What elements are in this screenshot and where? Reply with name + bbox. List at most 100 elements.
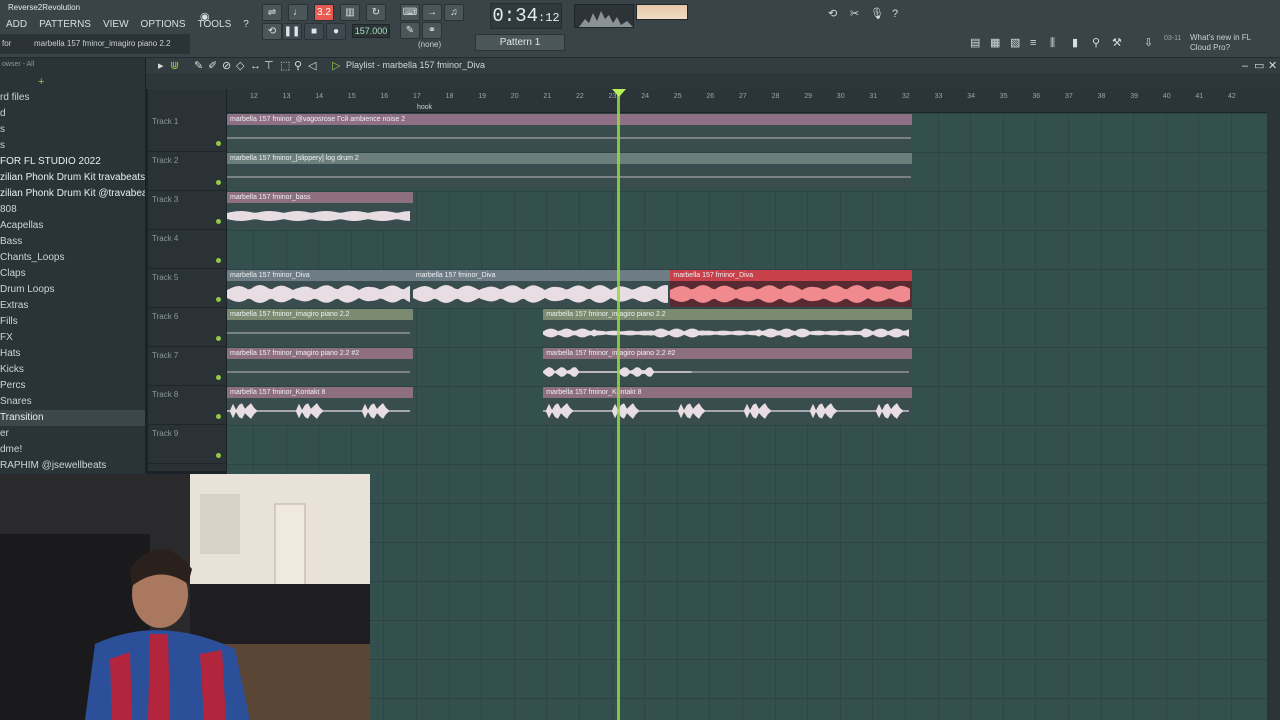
tempo-display[interactable]: 157.000 (352, 24, 390, 38)
track-enable-led[interactable] (216, 180, 221, 185)
menu-tools[interactable]: TOOLS (192, 17, 238, 32)
play-pattern-icon[interactable]: ▷ (332, 59, 340, 73)
slip-tool-icon[interactable]: ↔ (250, 59, 261, 73)
tools-icon[interactable]: ⚒ (1112, 36, 1122, 50)
magnet-icon[interactable]: ⋓ (170, 59, 179, 73)
select-tool-icon[interactable]: ⬚ (280, 59, 290, 73)
browser-item[interactable]: Claps (0, 266, 145, 282)
browser-item[interactable]: Extras (0, 298, 145, 314)
close-icon[interactable]: ✕ (1268, 59, 1277, 73)
playback-tool-icon[interactable]: ◁ (308, 59, 316, 73)
browser-item[interactable]: Kicks (0, 362, 145, 378)
track-header[interactable]: Track 4 (148, 230, 226, 269)
metronome-icon[interactable]: ♩ (288, 4, 308, 21)
minimize-icon[interactable]: – (1242, 59, 1248, 73)
volume-knob-icon[interactable]: ◉ (200, 10, 210, 24)
audio-clip[interactable]: marbella 157 fminor_imagiro piano 2.2 (543, 309, 912, 346)
track-header[interactable]: Track 9 (148, 425, 226, 464)
track-enable-led[interactable] (216, 414, 221, 419)
browser-item[interactable]: s (0, 122, 145, 138)
timeline-ruler[interactable]: hook 12 13 14 15 16 17 18 19 20 21 22 23 24 25 26 27 28 2… (227, 89, 1267, 113)
menu-add[interactable]: ADD (0, 17, 33, 32)
browser-item[interactable]: Acapellas (0, 218, 145, 234)
pattern-selector[interactable]: Pattern 1 (475, 34, 565, 51)
browser-item[interactable]: Chants_Loops (0, 250, 145, 266)
marker-hook[interactable]: hook (417, 104, 432, 111)
play-button[interactable]: ❚❚ (282, 23, 302, 40)
browser-item[interactable]: Drum Loops (0, 282, 145, 298)
help-icon[interactable]: ? (892, 7, 898, 21)
piano-roll-icon[interactable]: ▦ (990, 36, 1000, 50)
browser-item[interactable]: dme! (0, 442, 145, 458)
menu-patterns[interactable]: PATTERNS (33, 17, 97, 32)
track-enable-led[interactable] (216, 453, 221, 458)
audio-clip[interactable]: marbella 157 fminor_Kontakt 8 (227, 387, 413, 424)
track-enable-led[interactable] (216, 219, 221, 224)
playlist-icon[interactable]: ▤ (970, 36, 980, 50)
audio-clip[interactable]: marbella 157 fminor_[slippery] log drum … (227, 153, 912, 190)
browser-item[interactable]: Hats (0, 346, 145, 362)
menu-options[interactable]: OPTIONS (135, 17, 192, 32)
browser-item[interactable]: rd files (0, 90, 145, 106)
audio-clip[interactable]: marbella 157 fminor_Diva (412, 270, 671, 307)
track-enable-led[interactable] (216, 258, 221, 263)
menu-view[interactable]: VIEW (97, 17, 135, 32)
loop-rec-icon[interactable]: ↻ (366, 4, 386, 21)
track-header[interactable]: Track 7 (148, 347, 226, 386)
mixer-icon[interactable]: ≡ (1030, 36, 1036, 50)
undo-icon[interactable]: ⟲ (828, 7, 837, 21)
pencil-icon[interactable]: ✎ (400, 22, 420, 39)
browser-item[interactable]: FX (0, 330, 145, 346)
audio-clip[interactable]: marbella 157 fminor_Diva (227, 270, 413, 307)
channel-rack-icon[interactable]: ▧ (1010, 36, 1020, 50)
track-header[interactable]: Track 1 (148, 113, 226, 152)
menu-help[interactable]: ? (237, 17, 255, 32)
maximize-icon[interactable]: ▭ (1254, 59, 1264, 73)
playlist-grid[interactable]: hook 12 13 14 15 16 17 18 19 20 21 22 23 24 25 26 27 28 2… (227, 89, 1267, 720)
add-icon[interactable]: + (38, 75, 44, 89)
audio-clip[interactable]: marbella 157 fminor_bass (227, 192, 413, 229)
track-enable-led[interactable] (216, 141, 221, 146)
arrow-right-icon[interactable]: ▸ (158, 59, 164, 73)
audio-clip[interactable]: marbella 157 fminor_imagiro piano 2.2 (227, 309, 413, 346)
browser-item[interactable]: Percs (0, 378, 145, 394)
track-header[interactable]: Track 8 (148, 386, 226, 425)
rec-mode-button[interactable]: 3.2 (314, 4, 334, 21)
browser-item[interactable]: Bass (0, 234, 145, 250)
stop-button[interactable]: ■ (304, 23, 324, 40)
plugin-icon[interactable]: ▮ (1072, 36, 1078, 50)
paint-tool-icon[interactable]: ✐ (208, 59, 217, 73)
audio-clip[interactable]: marbella 157 fminor_imagiro piano 2.2 #2 (227, 348, 413, 385)
browser-item[interactable]: RAPHIM @jsewellbeats (0, 458, 145, 474)
browser-item[interactable]: Snares (0, 394, 145, 410)
cut-icon[interactable]: ✂ (850, 7, 859, 21)
browser-item[interactable]: d (0, 106, 145, 122)
record-button[interactable]: ● (326, 23, 346, 40)
browser-item[interactable]: 808 (0, 202, 145, 218)
mic-icon[interactable]: 🎙 (870, 7, 884, 21)
browser-icon[interactable]: ⚲ (1092, 36, 1100, 50)
browser-item[interactable]: FOR FL STUDIO 2022 (0, 154, 145, 170)
typing-keyboard-icon[interactable]: ⌨ (400, 4, 420, 21)
blend-icon[interactable]: ♫ (444, 4, 464, 21)
browser-item[interactable]: s (0, 138, 145, 154)
audio-clip[interactable]: marbella 157 fminor_Kontakt 8 (543, 387, 912, 424)
slice-tool-icon[interactable]: ⊤ (264, 59, 274, 73)
browser-item[interactable]: Transition (0, 410, 145, 426)
link-icon[interactable]: ⚭ (422, 22, 442, 39)
audio-clip[interactable]: marbella 157 fminor_Diva (670, 270, 912, 307)
audio-clip[interactable]: marbella 157 fminor_imagiro piano 2.2 #2 (543, 348, 912, 385)
vertical-scrollbar[interactable] (1267, 89, 1280, 720)
browser-item[interactable]: zilian Phonk Drum Kit travabeats (1) (0, 170, 145, 186)
browser-item[interactable]: Fills (0, 314, 145, 330)
news-panel[interactable]: ⇩ 03-11 What's new in FL Cloud Pro? (1140, 30, 1272, 56)
playhead-marker-icon[interactable] (612, 89, 626, 97)
track-header[interactable]: Track 6 (148, 308, 226, 347)
browser-item[interactable]: er (0, 426, 145, 442)
audio-clip[interactable]: marbella 157 fminor_@vagosrose Гсй ambie… (227, 114, 912, 151)
pencil-tool-icon[interactable]: ✎ (194, 59, 203, 73)
delete-tool-icon[interactable]: ⊘ (222, 59, 231, 73)
track-header[interactable]: Track 3 (148, 191, 226, 230)
browser-item[interactable]: zilian Phonk Drum Kit @travabeats (0, 186, 145, 202)
zoom-tool-icon[interactable]: ⚲ (294, 59, 302, 73)
